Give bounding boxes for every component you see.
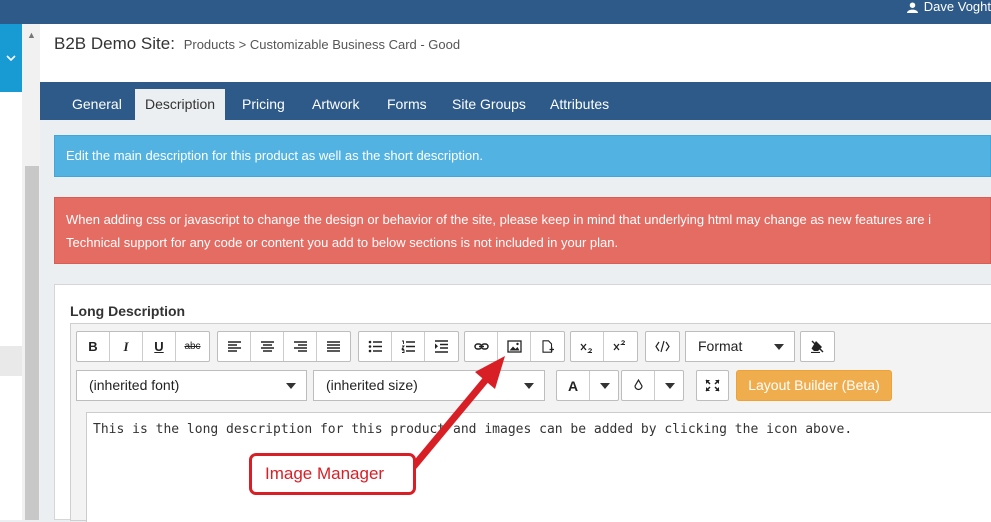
tab-artwork[interactable]: Artwork [302,89,369,120]
superscript-button[interactable] [604,332,637,361]
scroll-up-icon[interactable]: ▲ [27,30,36,40]
alignment-group [217,331,351,362]
user-menu[interactable]: Dave Voght [906,0,991,14]
sidebar [0,92,22,520]
long-description-editor[interactable]: This is the long description for this pr… [86,412,991,522]
long-description-label: Long Description [70,303,186,319]
sidebar-toggle-button[interactable] [0,24,22,92]
file-add-icon [542,340,554,353]
fullscreen-group [696,370,729,401]
long-description-panel: Long Description B I U abc Format (inher… [54,284,991,522]
strikethrough-button[interactable]: abc [176,332,209,361]
eraser-icon [811,340,824,353]
format-dropdown[interactable]: Format [685,331,795,362]
tab-site-groups[interactable]: Site Groups [442,89,536,120]
bold-button[interactable]: B [77,332,110,361]
breadcrumb: Products > Customizable Business Card - … [184,37,460,52]
breadcrumb-current: Customizable Business Card - Good [249,37,461,52]
droplet-icon [633,379,643,391]
breadcrumb-products[interactable]: Products [184,37,235,52]
scrollbar-thumb[interactable] [25,166,39,520]
list-group [358,331,459,362]
subscript-icon [580,343,592,353]
align-justify-icon [327,341,340,352]
bullet-list-button[interactable] [359,332,392,361]
script-group [570,331,638,362]
tab-bar: General Description Pricing Artwork Form… [40,82,991,120]
background-color-dropdown[interactable] [655,371,683,400]
caret-down-icon [286,383,296,389]
align-left-icon [227,341,241,352]
image-manager-button[interactable] [498,332,531,361]
code-icon [655,340,670,353]
text-style-group: B I U abc [76,331,210,362]
caret-down-icon [524,383,534,389]
page-header: B2B Demo Site: Products > Customizable B… [40,24,991,82]
warning-alert-line-2: Technical support for any code or conten… [66,235,619,250]
scrollbar[interactable]: ▲ [22,24,40,520]
font-color-group: A [556,370,619,401]
indent-icon [435,340,448,353]
font-color-button[interactable]: A [557,371,590,400]
tab-attributes[interactable]: Attributes [540,89,619,120]
caret-down-icon [774,344,784,350]
align-right-icon [293,341,307,352]
numbered-list-icon [400,340,415,353]
tab-pricing[interactable]: Pricing [232,89,295,120]
warning-alert: When adding css or javascript to change … [54,197,991,264]
breadcrumb-separator: > [238,37,247,52]
align-justify-button[interactable] [317,332,350,361]
align-right-button[interactable] [284,332,317,361]
fullscreen-button[interactable] [697,371,728,400]
user-name: Dave Voght [923,0,991,14]
tab-general[interactable]: General [62,89,132,120]
italic-button[interactable]: I [110,332,143,361]
insert-group [464,331,565,362]
align-left-button[interactable] [218,332,251,361]
numbered-list-button[interactable] [392,332,425,361]
font-color-dropdown[interactable] [590,371,618,400]
tab-forms[interactable]: Forms [377,89,437,120]
sidebar-item[interactable] [0,346,22,376]
subscript-button[interactable] [571,332,604,361]
warning-alert-line-1: When adding css or javascript to change … [66,212,931,227]
indent-button[interactable] [425,332,458,361]
image-icon [506,340,522,353]
superscript-icon [613,340,626,351]
page-title: B2B Demo Site: Products > Customizable B… [54,34,460,54]
background-color-button[interactable] [622,371,655,400]
top-bar: Dave Voght [0,0,991,24]
font-size-select[interactable]: (inherited size) [313,370,545,401]
background-color-group [621,370,684,401]
link-icon [473,343,489,350]
format-dropdown-label: Format [698,338,743,354]
clear-format-group [800,331,835,362]
code-view-group [645,331,680,362]
font-family-value: (inherited font) [89,377,180,393]
code-view-button[interactable] [646,332,679,361]
font-size-value: (inherited size) [326,377,418,393]
insert-link-button[interactable] [465,332,498,361]
caret-down-icon [665,383,675,389]
chevron-down-icon [6,55,16,62]
rich-text-editor: B I U abc Format (inherited font) (inher… [70,323,991,522]
info-alert: Edit the main description for this produ… [54,135,991,177]
user-icon [906,1,918,13]
site-name: B2B Demo Site: [54,34,175,53]
tab-description[interactable]: Description [135,89,226,120]
caret-down-icon [600,383,610,389]
insert-file-button[interactable] [531,332,564,361]
underline-button[interactable]: U [143,332,176,361]
bullet-list-icon [368,340,382,353]
clear-format-button[interactable] [801,332,834,361]
font-family-select[interactable]: (inherited font) [76,370,307,401]
expand-icon [705,379,720,392]
layout-builder-button[interactable]: Layout Builder (Beta) [736,370,892,401]
align-center-button[interactable] [251,332,284,361]
image-manager-callout: Image Manager [249,453,416,495]
align-center-icon [260,341,274,352]
